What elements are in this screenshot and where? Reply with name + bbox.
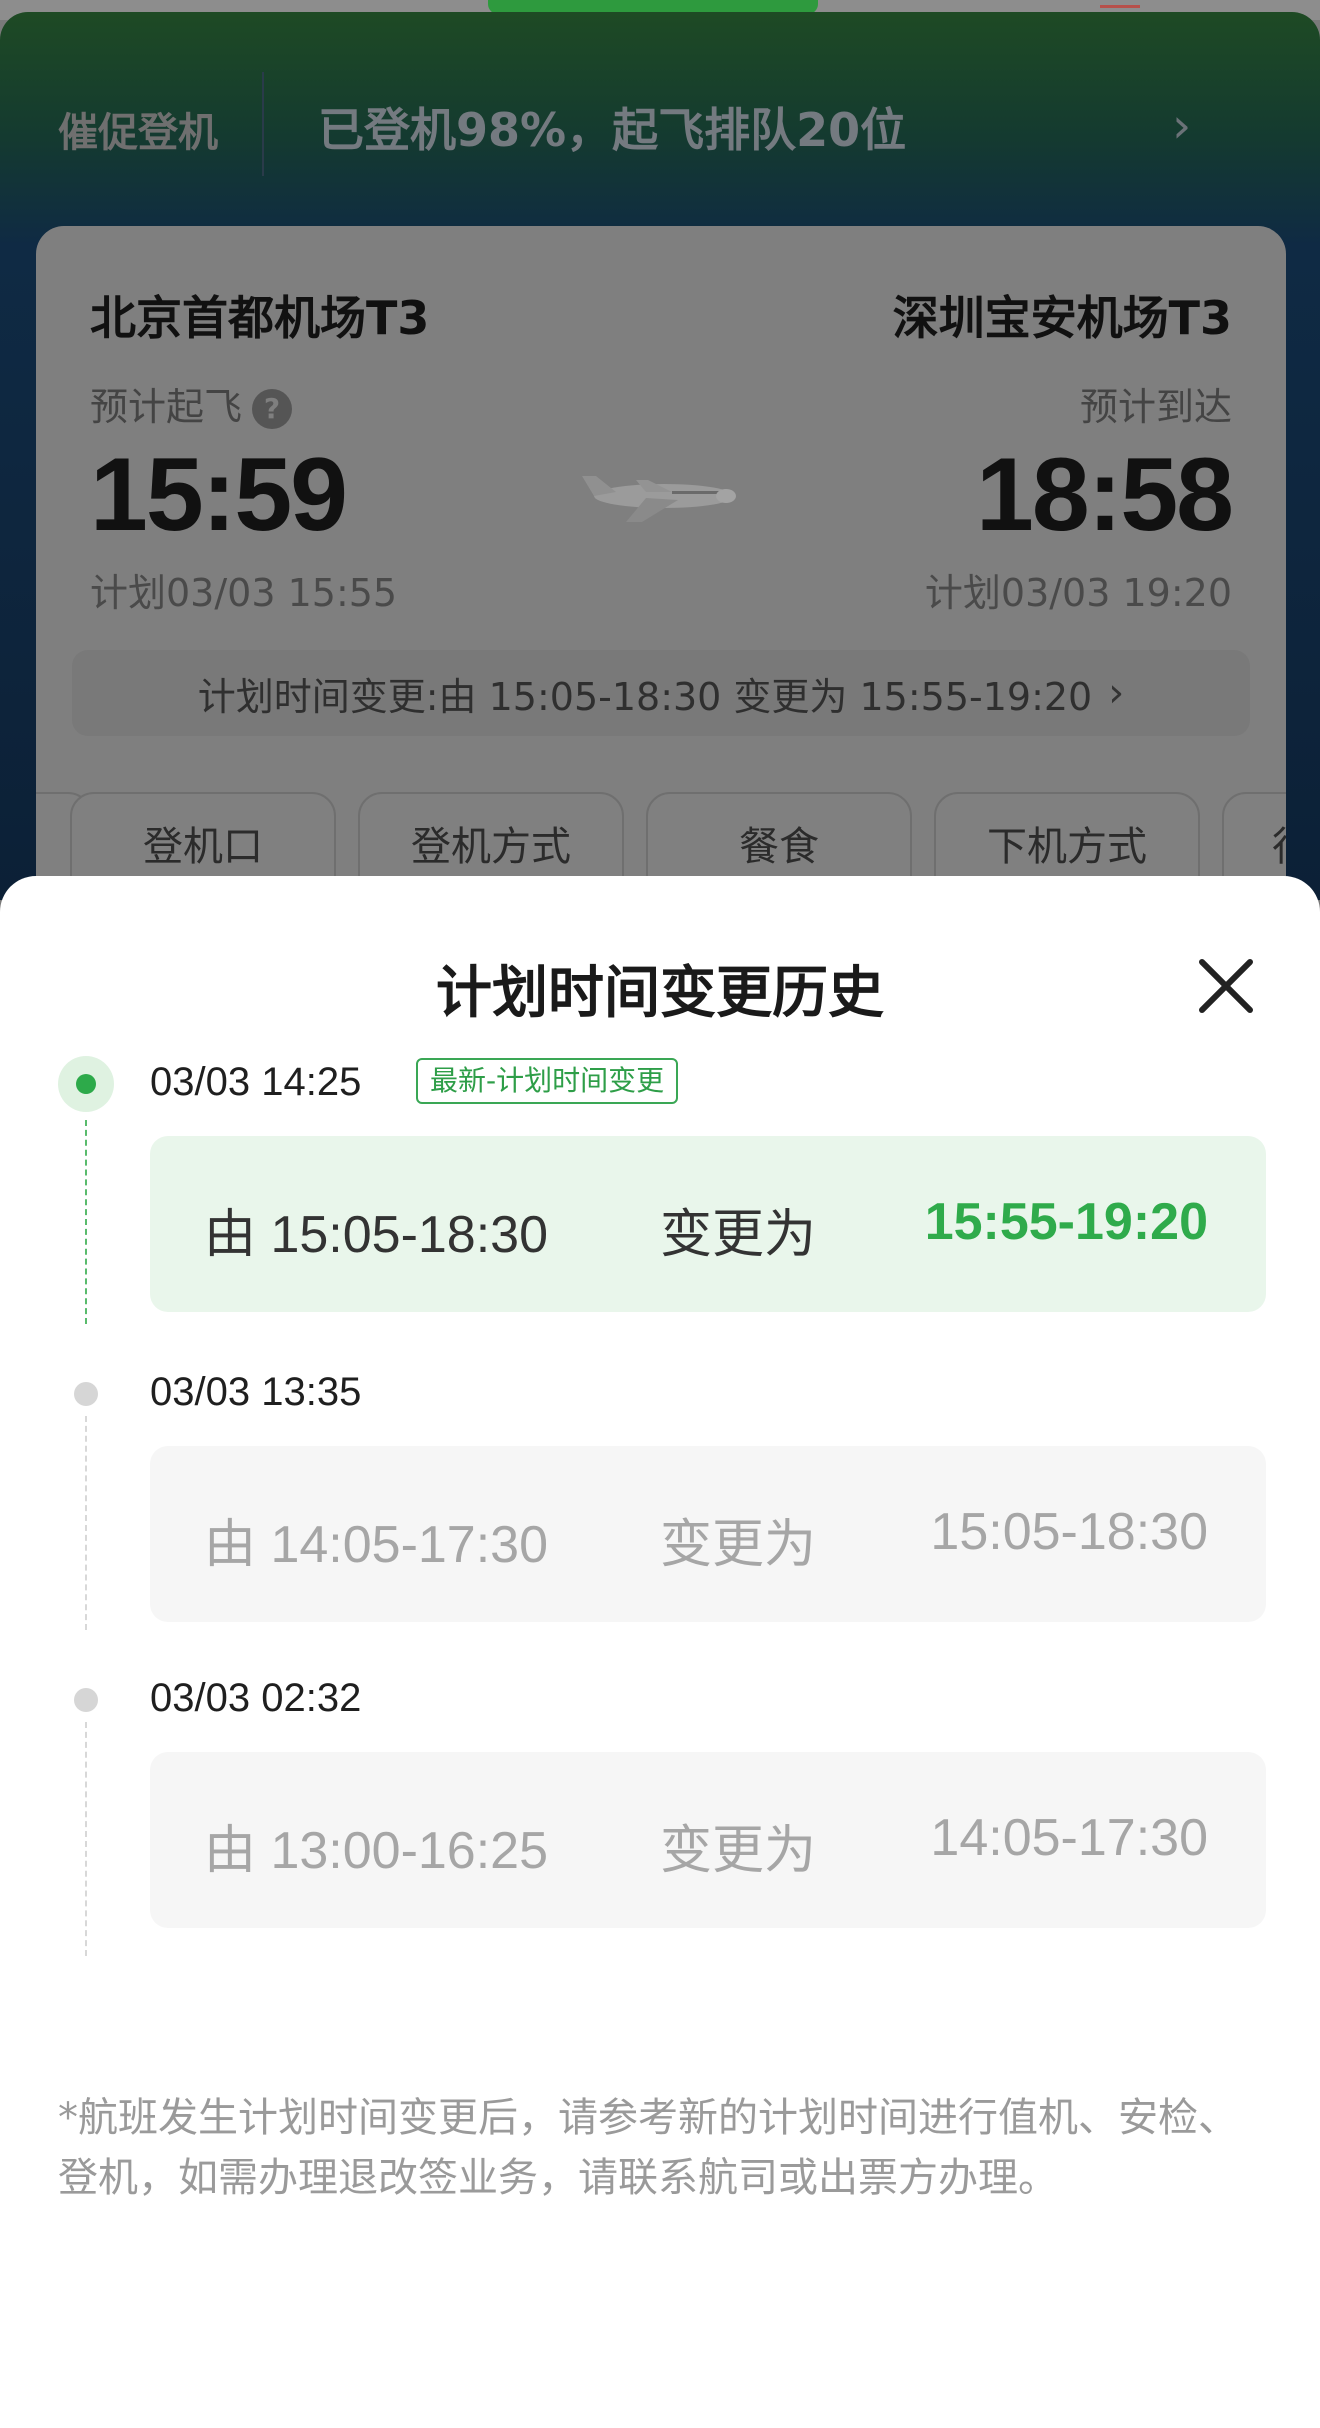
change-to: 14:05-17:30 — [930, 1809, 1208, 1867]
timeline-dot — [74, 1382, 98, 1406]
flight-header: 催促登机 已登机98%，起飞排队20位 › 北京首都机场T3 深圳宝安机场T3 … — [0, 12, 1320, 900]
timeline-connector — [85, 1416, 87, 1630]
footnote-text: *航班发生计划时间变更后，请参考新的计划时间进行值机、安检、登机，如需办理退改签… — [58, 2095, 1238, 2201]
change-card: 由 15:05-18:30 变更为 15:55-19:20 — [150, 1136, 1266, 1312]
schedule-change-banner[interactable]: 计划时间变更:由 15:05-18:30 变更为 15:55-19:20 › — [72, 650, 1250, 736]
timeline-dot — [74, 1688, 98, 1712]
arrival-time: 18:58 — [976, 437, 1234, 553]
departure-time: 15:59 — [90, 437, 348, 553]
departure-airport: 北京首都机场T3 — [90, 291, 430, 345]
entry-timestamp: 03/03 13:35 — [150, 1370, 362, 1414]
chevron-right-icon: › — [1108, 670, 1125, 716]
chevron-right-icon: › — [1172, 98, 1192, 154]
change-to: 15:05-18:30 — [930, 1503, 1208, 1561]
change-arrow-label: 变更为 — [660, 1515, 817, 1575]
help-icon[interactable]: ? — [252, 389, 293, 429]
sheet-title: 计划时间变更历史 — [436, 961, 884, 1026]
departure-label: 预计起飞 — [90, 385, 243, 429]
timeline-connector — [85, 1120, 87, 1324]
schedule-change-text: 计划时间变更:由 15:05-18:30 变更为 15:55-19:20 — [197, 674, 1093, 719]
change-from: 由 13:00-16:25 — [204, 1822, 549, 1880]
boarding-reminder-label: 催促登机 — [58, 110, 218, 156]
departure-label-row: 预计起飞? — [90, 376, 293, 431]
close-icon[interactable] — [1186, 946, 1266, 1026]
departure-scheduled: 计划03/03 15:55 — [90, 571, 398, 615]
change-from: 由 15:05-18:30 — [204, 1206, 549, 1264]
timeline-connector — [85, 1722, 87, 1956]
arrival-scheduled: 计划03/03 19:20 — [924, 571, 1232, 615]
entry-timestamp: 03/03 14:25 — [150, 1060, 362, 1104]
change-to: 15:55-19:20 — [924, 1193, 1208, 1251]
change-card: 由 13:00-16:25 变更为 14:05-17:30 — [150, 1752, 1266, 1928]
arrival-label: 预计到达 — [1079, 385, 1232, 429]
change-from: 由 14:05-17:30 — [204, 1516, 549, 1574]
change-card: 由 14:05-17:30 变更为 15:05-18:30 — [150, 1446, 1266, 1622]
timeline-active-dot — [58, 1056, 114, 1112]
divider — [262, 72, 264, 176]
latest-badge: 最新-计划时间变更 — [416, 1058, 679, 1104]
change-arrow-label: 变更为 — [660, 1821, 817, 1881]
schedule-change-history-sheet: 计划时间变更历史 03/03 14:25 最新-计划时间变更 由 15:05-1… — [0, 876, 1320, 2428]
entry-timestamp: 03/03 02:32 — [150, 1676, 362, 1720]
boarding-reminder-row[interactable]: 催促登机 已登机98%，起飞排队20位 › — [0, 72, 1320, 182]
flight-card: 北京首都机场T3 深圳宝安机场T3 预计起飞? 预计到达 15:59 18:58… — [36, 226, 1286, 900]
boarding-status-text: 已登机98%，起飞排队20位 — [318, 103, 907, 157]
change-arrow-label: 变更为 — [660, 1205, 817, 1265]
arrival-airport: 深圳宝安机场T3 — [892, 291, 1232, 345]
map-route-line — [1100, 0, 1140, 8]
airplane-icon — [582, 476, 736, 522]
flight-detail-background: 催促登机 已登机98%，起飞排队20位 › 北京首都机场T3 深圳宝安机场T3 … — [0, 0, 1320, 900]
